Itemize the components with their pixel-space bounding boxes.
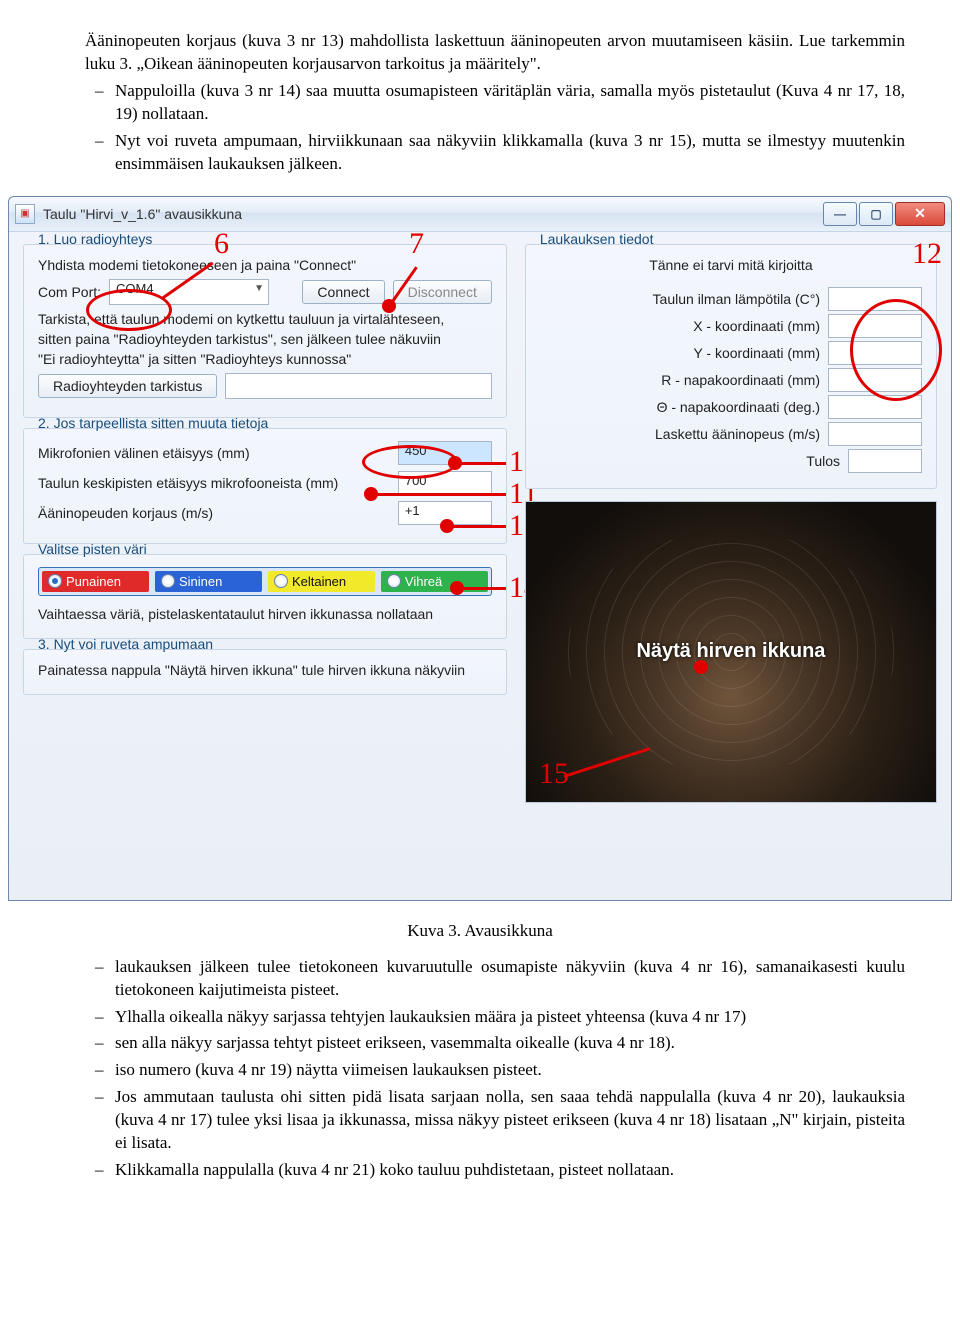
group-color: Valitse pisten väri Punainen Sininen — [23, 554, 507, 639]
center-distance-label: Taulun keskipisten etäisyys mikrofooneis… — [38, 475, 390, 491]
radiocheck-button[interactable]: Radioyhteyden tarkistus — [38, 374, 217, 398]
doc-bullet: Jos ammutaan taulusta ohi sitten pidä li… — [85, 1086, 905, 1155]
doc-bullet: Nyt voi ruveta ampumaan, hirviikkunaan s… — [85, 130, 905, 176]
doc-bullet: Klikkamalla nappulalla (kuva 4 nr 21) ko… — [85, 1159, 905, 1182]
group-title: 3. Nyt voi ruveta ampumaan — [34, 636, 492, 652]
window-title: Taulu "Hirvi_v_1.6" avausikkuna — [43, 206, 821, 222]
speed-value — [828, 422, 922, 446]
doc-bullet: sen alla näkyy sarjassa tehtyt pisteet e… — [85, 1032, 905, 1055]
result-label: Tulos — [806, 453, 840, 469]
color-label: Vihreä — [405, 574, 442, 589]
doc-bullet: Nappuloilla (kuva 3 nr 14) saa muutta os… — [85, 80, 905, 126]
instruction-text: sitten paina "Radioyhteyden tarkistus", … — [38, 331, 492, 347]
group-settings: 2. Jos tarpeellista sitten muuta tietoja… — [23, 428, 507, 544]
speed-label: Laskettu ääninopeus (m/s) — [655, 426, 820, 442]
doc-top-para: Ääninopeuten korjaus (kuva 3 nr 13) mahd… — [85, 31, 905, 73]
radio-icon — [387, 574, 401, 588]
moose-button-label: Näytä hirven ikkuna — [636, 640, 825, 663]
color-red-radio[interactable]: Punainen — [42, 571, 149, 592]
doc-bullet: Ylhalla oikealla näkyy sarjassa tehtyjen… — [85, 1006, 905, 1029]
connect-button[interactable]: Connect — [302, 280, 384, 304]
radio-icon — [274, 574, 288, 588]
radio-icon — [161, 574, 175, 588]
radiocheck-output — [225, 373, 491, 399]
minimize-button[interactable]: ― — [823, 202, 857, 226]
group-title: Laukauksen tiedot — [536, 231, 922, 247]
comport-label: Com Port: — [38, 284, 101, 300]
color-label: Punainen — [66, 574, 121, 589]
group-title: Valitse pisten väri — [34, 541, 492, 557]
maximize-button[interactable]: ▢ — [859, 202, 893, 226]
temp-label: Taulun ilman lämpötila (C°) — [653, 291, 820, 307]
x-label: X - koordinaati (mm) — [693, 318, 820, 334]
group-title: 2. Jos tarpeellista sitten muuta tietoja — [34, 415, 492, 431]
theta-label: Θ - napakoordinaati (deg.) — [657, 399, 820, 415]
speed-correction-label: Ääninopeuden korjaus (m/s) — [38, 505, 390, 521]
shoot-note: Painatessa nappula "Näytä hirven ikkuna"… — [38, 662, 492, 678]
doc-bullet: iso numero (kuva 4 nr 19) näytta viimeis… — [85, 1059, 905, 1082]
mic-distance-label: Mikrofonien välinen etäisyys (mm) — [38, 445, 390, 461]
shot-info-note: Tänne ei tarvi mitä kirjoitta — [540, 257, 922, 273]
color-yellow-radio[interactable]: Keltainen — [268, 571, 375, 592]
color-label: Keltainen — [292, 574, 346, 589]
app-window: ▣ Taulu "Hirvi_v_1.6" avausikkuna ― ▢ ✕ … — [8, 196, 952, 901]
moose-window-button[interactable]: Näytä hirven ikkuna — [525, 501, 937, 803]
doc-bullet: laukauksen jälkeen tulee tietokoneen kuv… — [85, 956, 905, 1002]
color-label: Sininen — [179, 574, 222, 589]
instruction-text: Yhdista modemi tietokoneeseen ja paina "… — [38, 257, 492, 273]
app-icon: ▣ — [15, 204, 35, 224]
color-note: Vaihtaessa väriä, pistelaskentataulut hi… — [38, 606, 492, 622]
group-shoot: 3. Nyt voi ruveta ampumaan Painatessa na… — [23, 649, 507, 695]
r-label: R - napakoordinaati (mm) — [661, 372, 820, 388]
group-radio-connection: 1. Luo radioyhteys Yhdista modemi tietok… — [23, 244, 507, 418]
instruction-text: "Ei radioyhteytta" ja sitten "Radioyhtey… — [38, 351, 492, 367]
color-blue-radio[interactable]: Sininen — [155, 571, 262, 592]
titlebar[interactable]: ▣ Taulu "Hirvi_v_1.6" avausikkuna ― ▢ ✕ — [9, 197, 951, 232]
group-shot-info: Laukauksen tiedot Tänne ei tarvi mitä ki… — [525, 244, 937, 489]
radio-icon — [48, 574, 62, 588]
result-value — [848, 449, 922, 473]
group-title: 1. Luo radioyhteys — [34, 231, 492, 247]
disconnect-button[interactable]: Disconnect — [393, 280, 492, 304]
y-label: Y - koordinaati (mm) — [693, 345, 820, 361]
close-button[interactable]: ✕ — [895, 202, 945, 226]
figure-caption: Kuva 3. Avausikkuna — [0, 921, 960, 941]
